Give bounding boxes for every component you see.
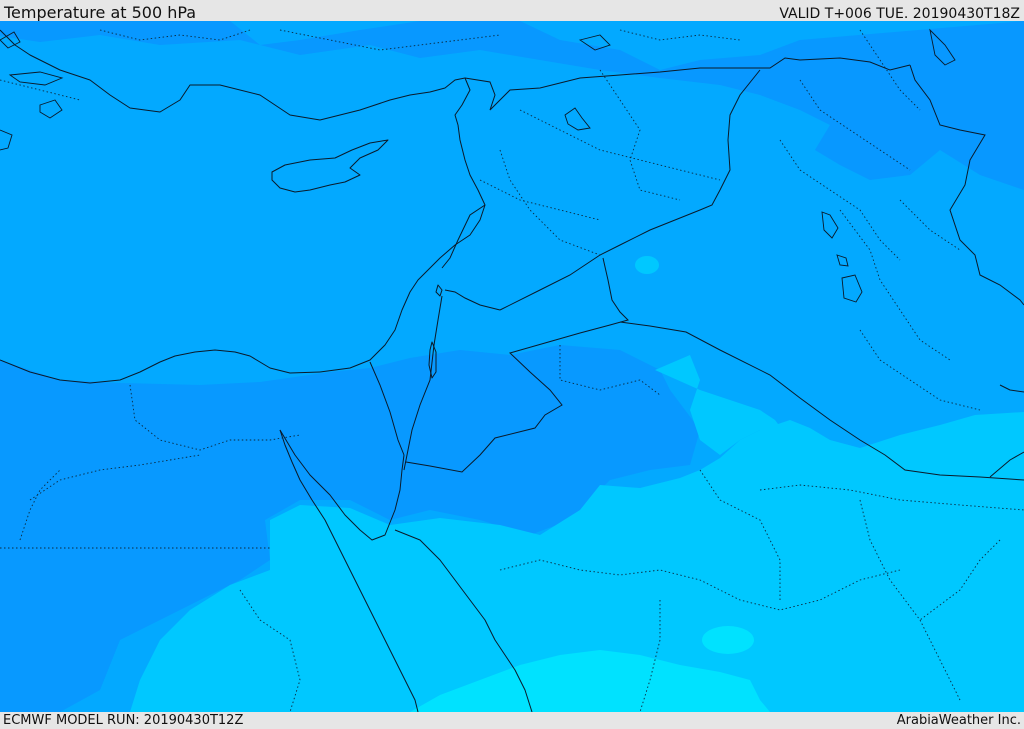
temperature-map	[0, 21, 1024, 712]
valid-time-label: VALID T+006 TUE. 20190430T18Z	[779, 6, 1020, 22]
weather-map-frame: Temperature at 500 hPa VALID T+006 TUE. …	[0, 0, 1024, 729]
map-title: Temperature at 500 hPa	[4, 3, 197, 22]
credit-label: ArabiaWeather Inc.	[896, 713, 1021, 728]
temp-spot-lightest	[702, 626, 754, 654]
header-bar: Temperature at 500 hPa VALID T+006 TUE. …	[0, 0, 1024, 22]
footer-bar: ECMWF MODEL RUN: 20190430T12Z ArabiaWeat…	[0, 712, 1024, 729]
model-run-label: ECMWF MODEL RUN: 20190430T12Z	[3, 713, 244, 728]
temp-spot-light-syria	[635, 256, 659, 274]
